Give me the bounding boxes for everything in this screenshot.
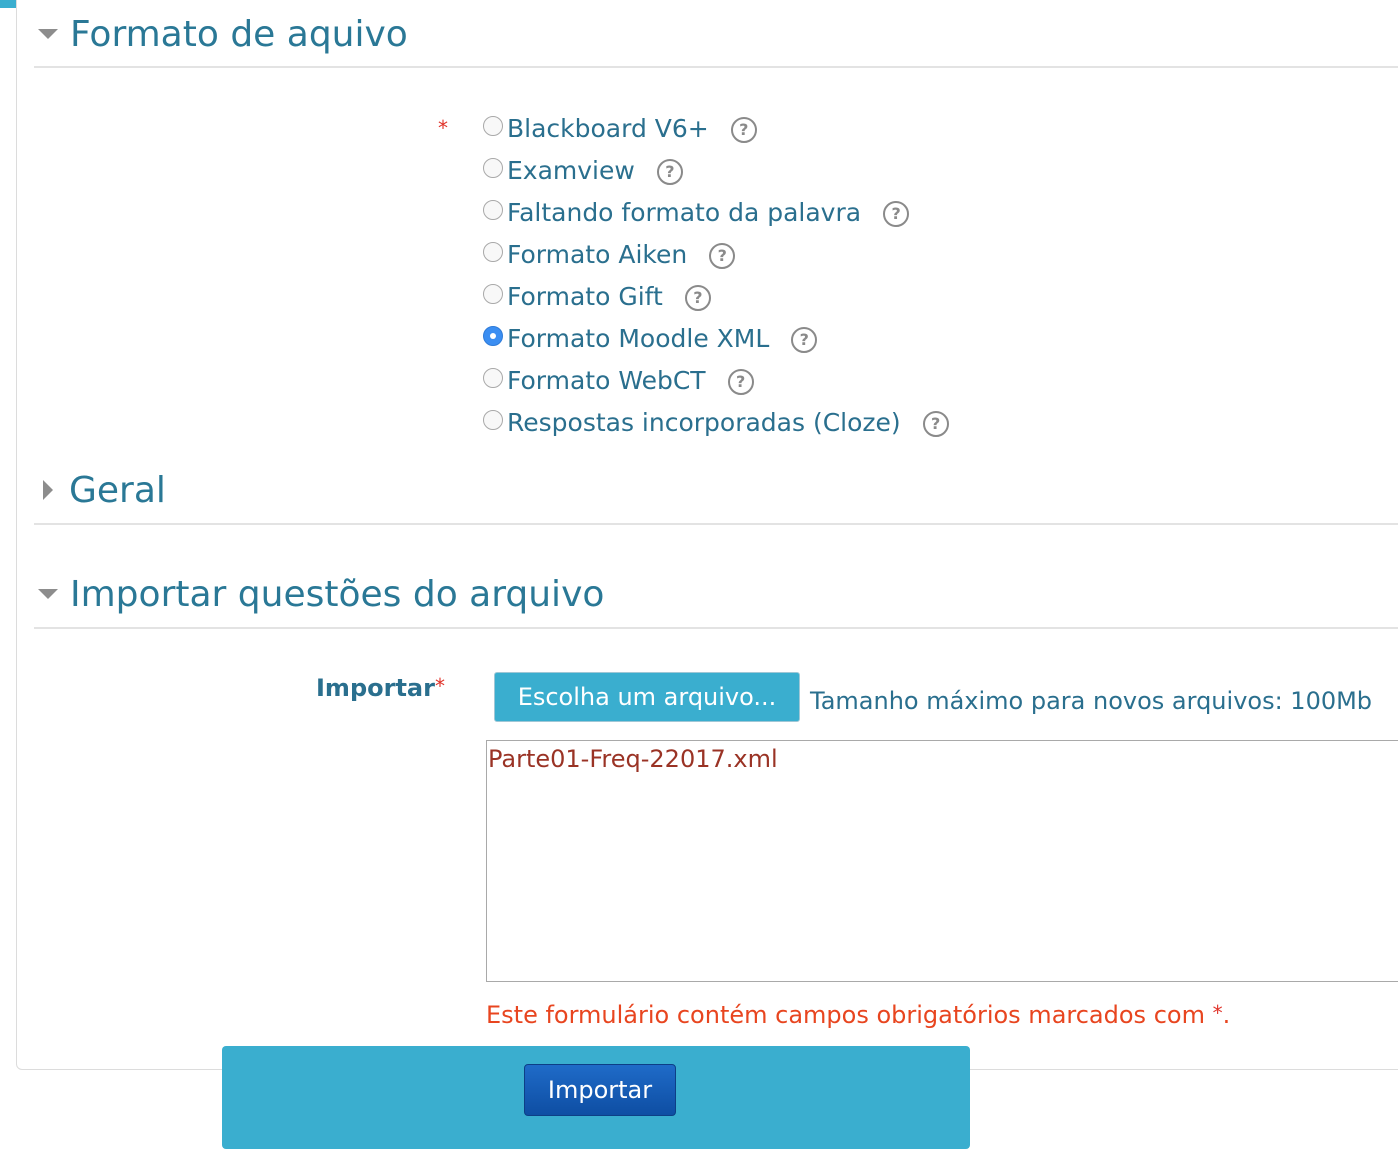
required-star: *	[1212, 1001, 1223, 1025]
format-option[interactable]: Faltando formato da palavra	[483, 194, 910, 230]
caret-down-icon	[38, 29, 58, 39]
divider	[34, 523, 1398, 525]
max-size-text: Tamanho máximo para novos arquivos: 100M…	[810, 687, 1373, 715]
format-label[interactable]: Formato WebCT	[507, 366, 706, 395]
import-field-label: Importar*	[316, 674, 445, 702]
required-fields-note: Este formulário contém campos obrigatóri…	[486, 1001, 1230, 1029]
divider	[34, 627, 1398, 629]
selected-file-name[interactable]: Parte01-Freq-22017.xml	[488, 745, 778, 773]
section-title: Geral	[69, 469, 166, 511]
file-drop-area[interactable]: Parte01-Freq-22017.xml	[486, 740, 1398, 982]
required-star: *	[438, 116, 448, 140]
format-option[interactable]: Examview	[483, 152, 683, 188]
section-title: Importar questões do arquivo	[70, 573, 605, 615]
format-option[interactable]: Formato Aiken	[483, 236, 736, 272]
section-header-file-format[interactable]: Formato de aquivo	[36, 9, 408, 59]
required-note-text: Este formulário contém campos obrigatóri…	[486, 1001, 1213, 1029]
radio-button[interactable]	[483, 410, 503, 430]
radio-button[interactable]	[483, 284, 503, 304]
radio-button[interactable]	[483, 242, 503, 262]
help-icon[interactable]	[727, 369, 754, 395]
format-option[interactable]: Blackboard V6+	[483, 110, 757, 146]
help-icon[interactable]	[684, 285, 711, 311]
help-icon[interactable]	[883, 201, 910, 227]
required-note-end: .	[1222, 1001, 1231, 1029]
divider	[34, 66, 1398, 68]
section-header-general[interactable]: Geral	[36, 465, 166, 515]
format-label[interactable]: Formato Gift	[507, 282, 663, 311]
format-option[interactable]: Formato Moodle XML	[483, 320, 818, 356]
choose-file-button[interactable]: Escolha um arquivo...	[494, 672, 800, 722]
format-option[interactable]: Formato Gift	[483, 278, 711, 314]
import-submit-button[interactable]: Importar	[524, 1064, 676, 1116]
radio-button[interactable]	[483, 200, 503, 220]
help-icon[interactable]	[791, 327, 818, 353]
section-title: Formato de aquivo	[70, 13, 408, 55]
format-option[interactable]: Formato WebCT	[483, 362, 754, 398]
format-label[interactable]: Formato Aiken	[507, 240, 687, 269]
required-star: *	[434, 674, 445, 698]
help-icon[interactable]	[730, 117, 757, 143]
format-label[interactable]: Examview	[507, 156, 635, 185]
radio-button[interactable]	[483, 158, 503, 178]
format-option[interactable]: Respostas incorporadas (Cloze)	[483, 404, 949, 440]
help-icon[interactable]	[656, 159, 683, 185]
format-label[interactable]: Blackboard V6+	[507, 114, 709, 143]
radio-button[interactable]	[483, 326, 503, 346]
import-label-text: Importar	[316, 674, 435, 702]
section-header-import-file[interactable]: Importar questões do arquivo	[36, 569, 604, 619]
caret-right-icon	[43, 480, 53, 500]
format-label[interactable]: Respostas incorporadas (Cloze)	[507, 408, 901, 437]
radio-button[interactable]	[483, 116, 503, 136]
help-icon[interactable]	[709, 243, 736, 269]
format-label[interactable]: Formato Moodle XML	[507, 324, 769, 353]
format-label[interactable]: Faltando formato da palavra	[507, 198, 861, 227]
caret-down-icon	[38, 589, 58, 599]
help-icon[interactable]	[922, 411, 949, 437]
radio-button[interactable]	[483, 368, 503, 388]
